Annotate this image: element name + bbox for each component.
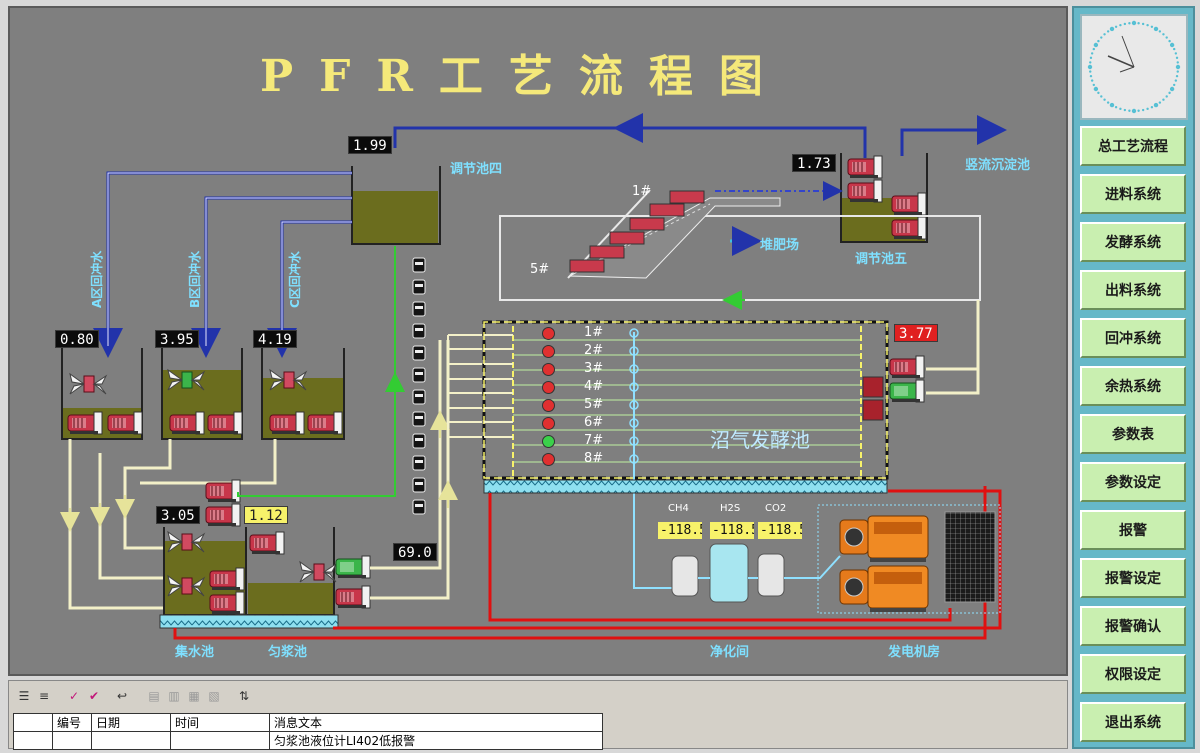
cell-date [91, 731, 171, 750]
alarm-filter-icon[interactable]: ≡ [35, 687, 53, 705]
h2s-value: -118.5 [710, 522, 754, 539]
ch4-value: -118.5 [658, 522, 702, 539]
alarm-window: ☰ ≡ ✓ ✔ ↩ ▤ ▥ ▦ ▧ ⇅ 编号 日期 时间 消息文本 匀浆池液位计… [8, 680, 1068, 750]
tank5-label: 调节池五 [855, 252, 908, 267]
clock [1080, 14, 1188, 120]
row-status-lamp-red [542, 381, 555, 394]
process-flow-canvas: PFR工艺流程图 1.99 调节池四 1.73 调节池五 竖流沉淀池 0.80 … [8, 6, 1068, 676]
digester-row-label: 2# [584, 343, 604, 358]
nav-discharge-system-button[interactable]: 出料系统 [1080, 270, 1186, 310]
feed-flow-display: 69.0 [393, 543, 437, 561]
page-title: PFR工艺流程图 [260, 51, 789, 102]
nav-alarm-settings-button[interactable]: 报警设定 [1080, 558, 1186, 598]
b-backflush-label: B区回冲水 [188, 250, 202, 308]
cell-number [52, 731, 92, 750]
nav-backflush-system-button[interactable]: 回冲系统 [1080, 318, 1186, 358]
table-row[interactable]: 匀浆池液位计LI402低报警 [13, 731, 603, 750]
export-icon[interactable]: ▥ [165, 687, 183, 705]
collection-tank-label: 集水池 [175, 645, 215, 660]
tank-c-level-display: 4.19 [253, 330, 297, 348]
scada-app: PFR工艺流程图 1.99 调节池四 1.73 调节池五 竖流沉淀池 0.80 … [0, 0, 1200, 753]
tank4-label: 调节池四 [450, 162, 503, 177]
nav-waste-heat-system-button[interactable]: 余热系统 [1080, 366, 1186, 406]
tank-a-level-display: 0.80 [55, 330, 99, 348]
mix-tank-level-display: 1.12 [244, 506, 288, 524]
digester-row-label: 3# [584, 361, 604, 376]
cell-message: 匀浆池液位计LI402低报警 [269, 731, 603, 750]
nav-exit-system-button[interactable]: 退出系统 [1080, 702, 1186, 742]
digester-level-display: 3.77 [894, 324, 938, 342]
nav-permission-settings-button[interactable]: 权限设定 [1080, 654, 1186, 694]
digester-row-label: 1# [584, 325, 604, 340]
conveyor-top-label: 1# [632, 184, 652, 199]
row-status-lamp-red [542, 327, 555, 340]
co2-label: CO2 [765, 503, 787, 514]
print-icon[interactable]: ▤ [145, 687, 163, 705]
info-icon[interactable]: ▧ [205, 687, 223, 705]
co2-value: -118.5 [758, 522, 802, 539]
generator-room-label: 发电机房 [888, 645, 941, 660]
compost-label: 堆肥场 [760, 238, 800, 253]
digester-row-label: 7# [584, 433, 604, 448]
nav-parameter-settings-button[interactable]: 参数设定 [1080, 462, 1186, 502]
tank-b-level-display: 3.95 [155, 330, 199, 348]
a-backflush-label: A区回冲水 [90, 250, 104, 308]
h2s-label: H2S [720, 503, 741, 514]
cell-time [170, 731, 270, 750]
digester-row-label: 5# [584, 397, 604, 412]
navigation-panel: 总工艺流程 进料系统 发酵系统 出料系统 回冲系统 余热系统 参数表 参数设定 … [1072, 6, 1195, 749]
col-blank [13, 713, 53, 732]
acknowledge-icon[interactable]: ✓ [65, 687, 83, 705]
loop-icon[interactable]: ↩ [113, 687, 131, 705]
ch4-label: CH4 [668, 503, 689, 514]
digester-row-label: 8# [584, 451, 604, 466]
settling-tank-label: 竖流沉淀池 [965, 158, 1031, 173]
acknowledge-all-icon[interactable]: ✔ [85, 687, 103, 705]
collection-tank-level-display: 3.05 [156, 506, 200, 524]
clock-icon [1087, 20, 1181, 114]
nav-feed-system-button[interactable]: 进料系统 [1080, 174, 1186, 214]
cell-blank [13, 731, 53, 750]
digester-label: 沼气发酵池 [710, 428, 810, 452]
tank5-level-display: 1.73 [792, 154, 836, 172]
row-status-lamp-green [542, 435, 555, 448]
digester-row-label: 4# [584, 379, 604, 394]
row-status-lamp-red [542, 363, 555, 376]
col-message: 消息文本 [269, 713, 603, 732]
purification-room-label: 净化间 [710, 645, 750, 660]
conveyor-bottom-label: 5# [530, 262, 550, 277]
nav-fermentation-system-button[interactable]: 发酵系统 [1080, 222, 1186, 262]
digester-row-label: 6# [584, 415, 604, 430]
settings-icon[interactable]: ▦ [185, 687, 203, 705]
col-date: 日期 [91, 713, 171, 732]
col-time: 时间 [170, 713, 270, 732]
alarm-table-header: 编号 日期 时间 消息文本 [13, 713, 603, 732]
alarm-list-icon[interactable]: ☰ [15, 687, 33, 705]
col-number: 编号 [52, 713, 92, 732]
nav-alarm-button[interactable]: 报警 [1080, 510, 1186, 550]
row-status-lamp-red [542, 345, 555, 358]
nav-parameter-table-button[interactable]: 参数表 [1080, 414, 1186, 454]
sort-icon[interactable]: ⇅ [235, 687, 253, 705]
nav-alarm-acknowledge-button[interactable]: 报警确认 [1080, 606, 1186, 646]
nav-overall-process-button[interactable]: 总工艺流程 [1080, 126, 1186, 166]
alarm-table: 编号 日期 时间 消息文本 匀浆池液位计LI402低报警 [13, 713, 603, 750]
tank4-level-display: 1.99 [348, 136, 392, 154]
row-status-lamp-red [542, 399, 555, 412]
mix-tank-label: 匀浆池 [268, 645, 308, 660]
c-backflush-label: C区回冲水 [288, 251, 302, 308]
row-status-lamp-red [542, 453, 555, 466]
row-status-lamp-red [542, 417, 555, 430]
